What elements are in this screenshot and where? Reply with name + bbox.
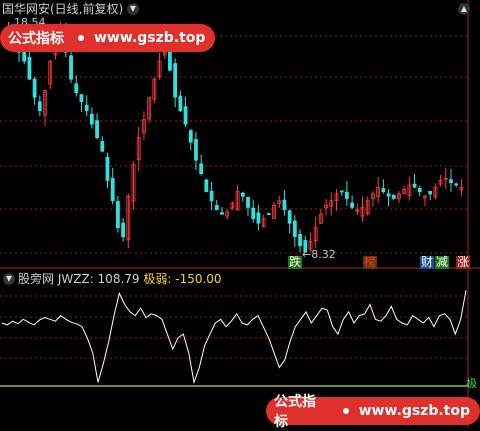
chevron-up-icon[interactable]: ▲	[458, 3, 470, 15]
candle-body	[115, 201, 120, 229]
watermark-top[interactable]: 公式指标 www.gszb.top	[0, 24, 216, 52]
candle-body	[27, 56, 32, 80]
candle-body	[240, 192, 245, 197]
candle-body	[266, 213, 271, 215]
candle-body	[37, 101, 42, 112]
candle-body	[428, 191, 433, 195]
weak-value: -150.00	[175, 272, 222, 286]
candle-body	[246, 196, 250, 208]
jwzz-line	[1, 290, 467, 385]
watermark-url[interactable]: www.gszb.top	[355, 403, 480, 419]
watermark-url[interactable]: www.gszb.top	[90, 30, 215, 46]
candle-body	[199, 163, 204, 175]
candle-body	[178, 95, 183, 112]
indicator-value: JWZZ: 108.79	[57, 272, 140, 286]
candle-body	[74, 83, 79, 94]
baseline-marker: 极	[466, 377, 477, 390]
candle-body	[339, 190, 344, 193]
candle-body	[344, 191, 349, 199]
signal-zhang: 涨	[456, 255, 471, 269]
candle-body	[79, 94, 84, 103]
candle-body	[449, 179, 453, 184]
candle-body	[69, 55, 73, 80]
candle-body	[256, 212, 261, 224]
candle-body	[183, 106, 188, 125]
candle-body	[188, 130, 193, 143]
candle-body	[282, 199, 287, 211]
candle-body	[173, 63, 178, 98]
candle-body	[417, 188, 422, 193]
chevron-down-icon[interactable]: ▼	[127, 3, 139, 15]
stock-chart	[0, 0, 480, 428]
candle-body	[298, 233, 302, 247]
candle-body	[89, 113, 94, 125]
candle-body	[454, 183, 459, 186]
candle-body	[214, 205, 219, 211]
candle-body	[194, 139, 198, 161]
candle-body	[95, 120, 99, 139]
watermark-left-text: 公式指标	[8, 31, 64, 47]
chart-title: 国华网安(日线,前复权)	[2, 2, 124, 16]
watermark-dot	[342, 408, 349, 414]
weak-label: 极弱:	[143, 272, 172, 286]
indicator-title: 股旁网 JWZZ: 108.79 极弱: -150.00	[18, 272, 222, 286]
candle-body	[381, 188, 386, 193]
signal-jian: 减	[435, 255, 450, 269]
signal-cai: 财	[420, 255, 435, 269]
candle-body	[386, 193, 391, 197]
candle-body	[105, 156, 110, 181]
low-price-label: ←8.32	[302, 248, 336, 261]
candle-body	[292, 220, 297, 238]
candle-body	[168, 50, 172, 71]
watermark-bottom[interactable]: 公式指标 www.gszb.top	[266, 394, 480, 430]
signal-die: 跌	[288, 255, 303, 269]
candle-body	[32, 78, 37, 98]
candle-body	[22, 50, 27, 62]
signal-bang: 榜	[363, 255, 378, 269]
candle-body	[287, 210, 292, 224]
watermark-dot	[78, 35, 84, 41]
candle-body	[350, 202, 355, 208]
candle-body	[121, 222, 126, 238]
candle-body	[84, 104, 89, 112]
indicator-name: 股旁网	[18, 272, 55, 286]
candle-body	[100, 141, 105, 152]
candle-body	[220, 212, 224, 215]
chevron-down-icon[interactable]: ▼	[3, 273, 15, 285]
candle-body	[204, 179, 209, 193]
candle-body	[412, 183, 417, 188]
watermark-left-text: 公式指标	[274, 394, 316, 430]
candle-body	[110, 178, 115, 202]
candle-body	[209, 190, 214, 202]
candle-body	[391, 194, 396, 199]
candle-body	[251, 207, 256, 220]
